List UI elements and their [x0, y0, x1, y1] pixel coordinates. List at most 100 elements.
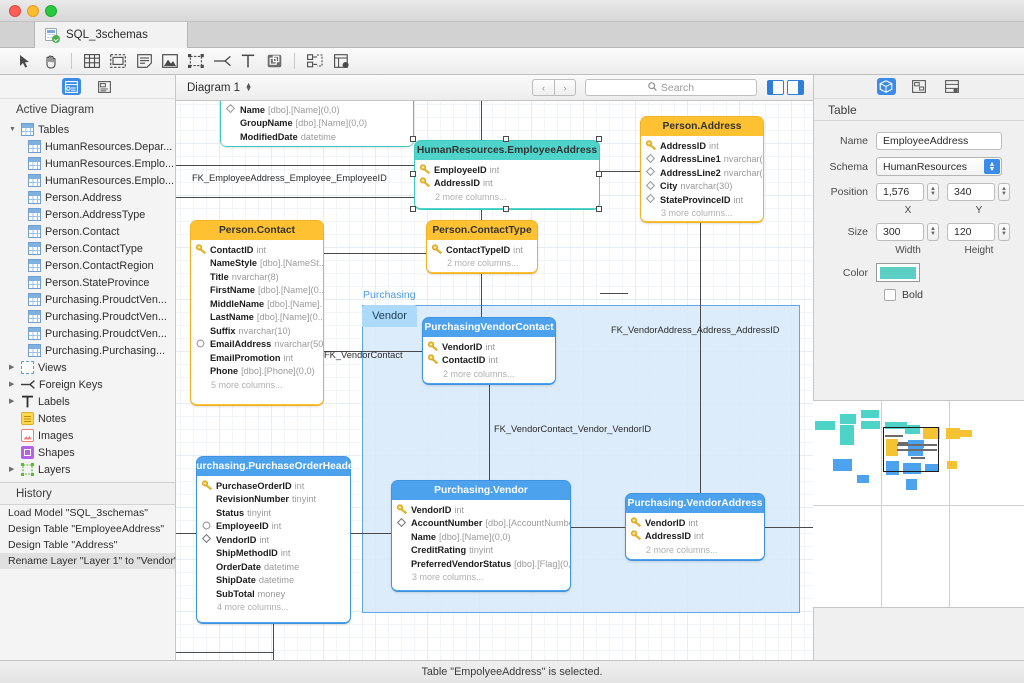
diagram-minimap[interactable]	[813, 400, 1024, 608]
sidebar-item-table[interactable]: Person.Address	[0, 189, 175, 206]
table-more-columns[interactable]: 2 more columns...	[415, 190, 599, 203]
table-field[interactable]: Name[dbo].[Name](0,0)	[221, 103, 413, 117]
chevron-updown-icon[interactable]: ▲▼	[245, 84, 252, 92]
table-field[interactable]: Suffixnvarchar(10)	[191, 324, 323, 338]
toggle-left-panel-button[interactable]	[767, 80, 784, 95]
structure-icon[interactable]	[62, 78, 81, 95]
table-field[interactable]: EmailAddressnvarchar(50)	[191, 338, 323, 352]
chevron-updown-icon[interactable]: ▲▼	[984, 159, 1000, 174]
resize-handle[interactable]	[596, 171, 602, 177]
table-field[interactable]: AddressIDint	[415, 177, 599, 191]
relationship-label[interactable]: FK_VendorContact	[324, 350, 403, 360]
preview-icon[interactable]	[328, 50, 354, 72]
layers-icon[interactable]	[943, 78, 962, 95]
diagram-table-vendoraddress[interactable]: Purchasing.VendorAddress VendorIDint Add…	[625, 493, 765, 561]
diagram-table-purchaseorderheader[interactable]: Purchasing.PurchaseOrderHeader PurchaseO…	[196, 456, 351, 624]
relationship-label[interactable]: FK_VendorContact_Vendor_VendorID	[494, 424, 651, 434]
resize-handle[interactable]	[410, 136, 416, 142]
chevron-down-icon[interactable]: ▼	[9, 126, 17, 133]
table-field[interactable]: FirstName[dbo].[Name](0...	[191, 284, 323, 298]
table-field[interactable]: ShipDatedatetime	[197, 574, 350, 588]
diagram-selector[interactable]: Diagram 1 ▲▼	[187, 82, 252, 94]
table-field[interactable]: ShipMethodIDint	[197, 547, 350, 561]
position-x-stepper[interactable]: ▲▼	[927, 183, 939, 201]
relationship-label[interactable]: FK_EmployeeAddress_Employee_EmployeeID	[192, 173, 387, 183]
table-field[interactable]: Citynvarchar(30)	[641, 180, 763, 194]
resize-handle[interactable]	[410, 206, 416, 212]
sidebar-item-table[interactable]: Purchasing.ProudctVen...	[0, 308, 175, 325]
resize-handle[interactable]	[410, 171, 416, 177]
tree-group-layers[interactable]: ▶ Layers	[0, 461, 175, 478]
tree-group-notes[interactable]: ▶ Notes	[0, 410, 175, 427]
table-field[interactable]: MiddleName[dbo].[Name]...	[191, 297, 323, 311]
tab-sql-3schemas[interactable]: SQL_3schemas	[34, 22, 188, 48]
bold-checkbox[interactable]	[884, 289, 896, 301]
sidebar-item-table[interactable]: Person.AddressType	[0, 206, 175, 223]
table-field[interactable]: VendorIDint	[423, 340, 555, 354]
table-field[interactable]: NameStyle[dbo].[NameSt...	[191, 257, 323, 271]
sidebar-item-table[interactable]: Person.ContactType	[0, 240, 175, 257]
resize-handle[interactable]	[596, 206, 602, 212]
shape-icon[interactable]	[261, 50, 287, 72]
table-name-input[interactable]: EmployeeAddress	[876, 132, 1002, 150]
sidebar-item-table[interactable]: HumanResources.Emplo...	[0, 155, 175, 172]
table-field[interactable]: PurchaseOrderIDint	[197, 479, 350, 493]
relationship-label[interactable]: FK_VendorAddress_Address_AddressID	[611, 325, 779, 335]
foreign-key-icon[interactable]	[209, 50, 235, 72]
minimize-window-button[interactable]	[27, 5, 39, 17]
table-field[interactable]: GroupName[dbo].[Name](0,0)	[221, 117, 413, 131]
layer-icon[interactable]	[183, 50, 209, 72]
tree-group-views[interactable]: ▶ Views	[0, 359, 175, 376]
table-more-columns[interactable]: 2 more columns...	[626, 543, 764, 556]
table-field[interactable]: EmployeeIDint	[197, 520, 350, 534]
note-icon[interactable]	[131, 50, 157, 72]
tree-group-tables[interactable]: ▼ Tables	[0, 121, 175, 138]
resize-handle[interactable]	[596, 136, 602, 142]
close-window-button[interactable]	[9, 5, 21, 17]
table-field[interactable]: EmployeeIDint	[415, 163, 599, 177]
table-field[interactable]: LastName[dbo].[Name](0...	[191, 311, 323, 325]
size-width-stepper[interactable]: ▲▼	[927, 223, 939, 241]
diagram-table-department[interactable]: Name[dbo].[Name](0,0) GroupName[dbo].[Na…	[220, 101, 414, 147]
color-well[interactable]	[876, 263, 920, 282]
table-field[interactable]: AddressLine2nvarchar(...	[641, 166, 763, 180]
model-icon[interactable]	[95, 78, 114, 95]
table-field[interactable]: VendorIDint	[197, 533, 350, 547]
table-field[interactable]: Titlenvarchar(8)	[191, 270, 323, 284]
table-field[interactable]: CreditRatingtinyint	[392, 544, 570, 558]
table-icon[interactable]	[79, 50, 105, 72]
size-height-input[interactable]: 120	[947, 223, 995, 241]
diagram-table-person-contacttype[interactable]: Person.ContactType ContactTypeIDint 2 mo…	[426, 220, 538, 274]
diagram-table-employeeaddress[interactable]: HumanResources.EmployeeAddress EmployeeI…	[414, 140, 600, 210]
maximize-window-button[interactable]	[45, 5, 57, 17]
diagram-canvas[interactable]: Purchasing Vendor FK_EmployeeAddress_Emp…	[176, 101, 813, 660]
arrow-cursor-icon[interactable]	[12, 50, 38, 72]
size-width-input[interactable]: 300	[876, 223, 924, 241]
table-field[interactable]: ContactIDint	[423, 354, 555, 368]
table-field[interactable]: VendorIDint	[392, 503, 570, 517]
hand-icon[interactable]	[38, 50, 64, 72]
chevron-right-icon[interactable]: ▶	[9, 364, 17, 371]
table-more-columns[interactable]: 3 more columns...	[392, 571, 570, 584]
table-field[interactable]: Phone[dbo].[Phone](0,0)	[191, 365, 323, 379]
position-x-input[interactable]: 1,576	[876, 183, 924, 201]
nav-next-button[interactable]: ›	[554, 79, 576, 96]
table-field[interactable]: ModifiedDatedatetime	[221, 130, 413, 144]
sidebar-item-table[interactable]: HumanResources.Depar...	[0, 138, 175, 155]
table-field[interactable]: RevisionNumbertinyint	[197, 493, 350, 507]
sidebar-item-table[interactable]: Person.Contact	[0, 223, 175, 240]
resize-handle[interactable]	[503, 136, 509, 142]
table-field[interactable]: VendorIDint	[626, 516, 764, 530]
table-field[interactable]: Statustinyint	[197, 506, 350, 520]
sidebar-item-table[interactable]: Purchasing.ProudctVen...	[0, 291, 175, 308]
table-field[interactable]: OrderDatedatetime	[197, 560, 350, 574]
diagram-icon[interactable]	[910, 78, 929, 95]
schema-select[interactable]: HumanResources ▲▼	[876, 157, 1002, 176]
history-item[interactable]: Design Table "EmployeeAddress"	[0, 521, 175, 537]
diagram-table-vendor[interactable]: Purchasing.Vendor VendorIDint AccountNum…	[391, 480, 571, 592]
table-field[interactable]: ContactIDint	[191, 243, 323, 257]
table-field[interactable]: AccountNumber[dbo].[AccountNumber]...	[392, 517, 570, 531]
table-field[interactable]: AddressIDint	[641, 139, 763, 153]
resize-handle[interactable]	[503, 206, 509, 212]
tree-group-labels[interactable]: ▶ Labels	[0, 393, 175, 410]
